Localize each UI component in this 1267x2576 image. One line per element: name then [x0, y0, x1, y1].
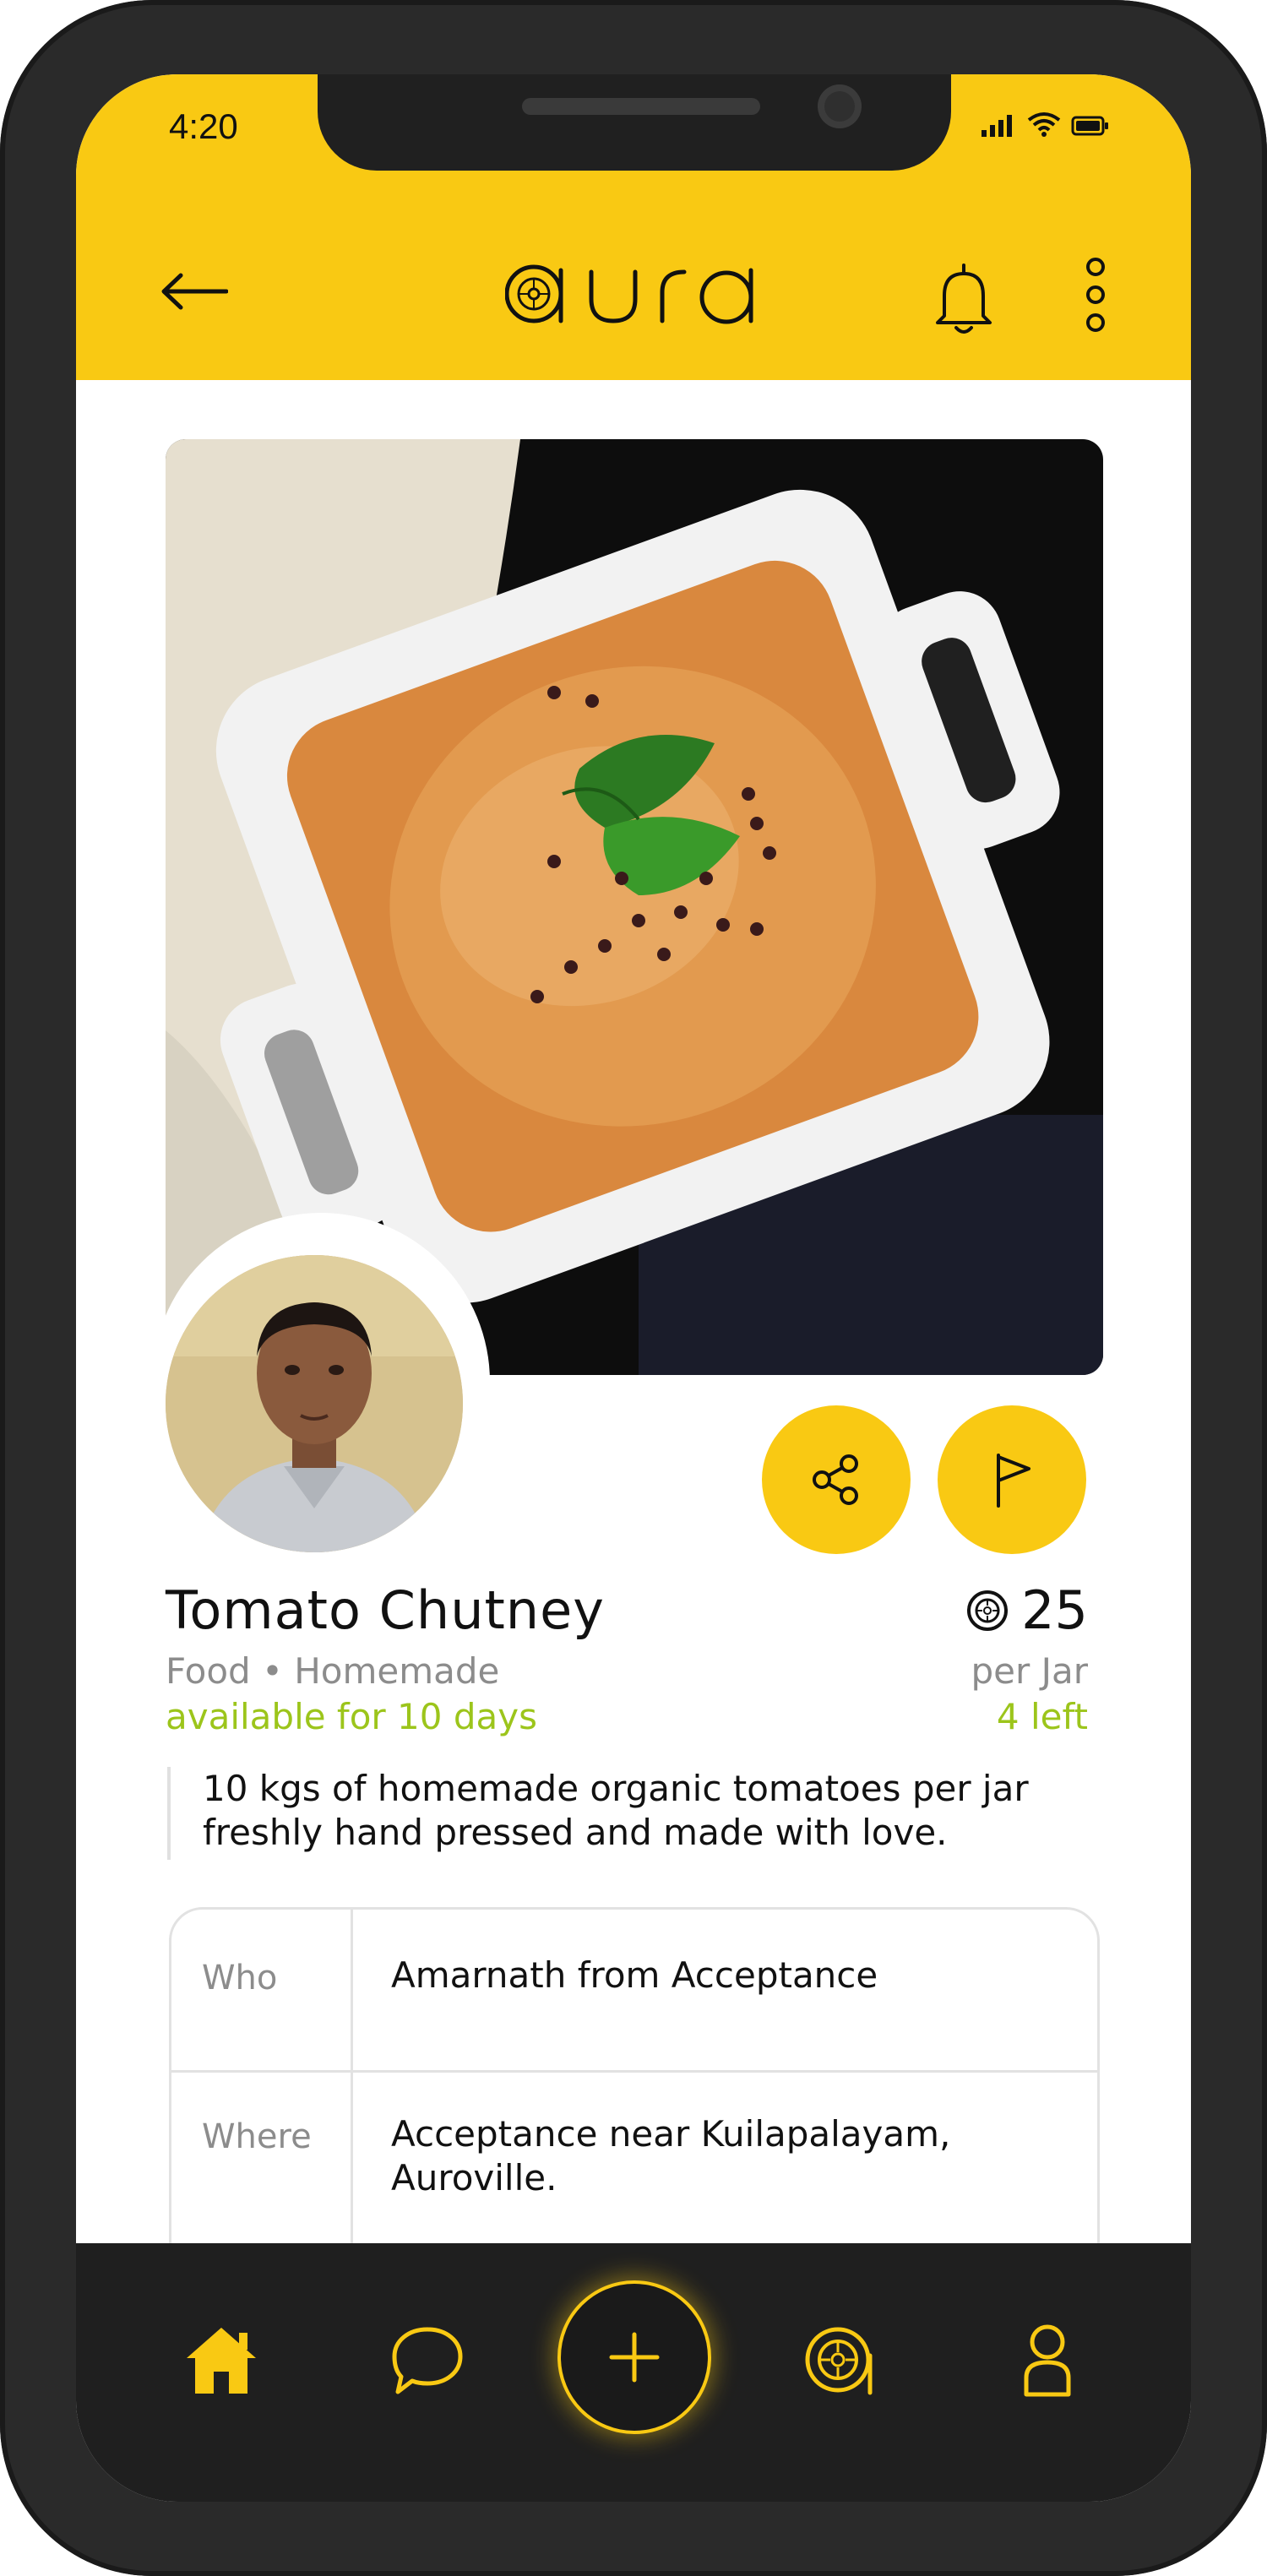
share-icon — [813, 1454, 858, 1505]
seller-avatar[interactable] — [166, 1255, 463, 1552]
signal-icon — [982, 115, 1012, 137]
bottom-navigation — [76, 2243, 1191, 2502]
detail-value-where-line-2: Auroville. — [391, 2157, 557, 2198]
detail-value-where: Acceptance near Kuilapalayam, Auroville. — [391, 2112, 950, 2200]
product-category: Food • Homemade — [166, 1650, 500, 1692]
flag-icon — [997, 1454, 1030, 1508]
availability-text: available for 10 days — [166, 1696, 537, 1737]
top-app-bar: 4:20 — [76, 74, 1191, 380]
status-time: 4:20 — [169, 106, 238, 146]
seller-portrait — [166, 1255, 463, 1552]
add-icon — [609, 2332, 660, 2383]
detail-key-who: Who — [202, 1959, 278, 1997]
nav-profile[interactable] — [1005, 2318, 1090, 2402]
kebab-menu-icon[interactable] — [1083, 257, 1108, 333]
nav-home[interactable] — [179, 2318, 264, 2402]
header-row — [76, 226, 1191, 353]
price-unit: per Jar — [971, 1650, 1088, 1692]
description-line-1: 10 kgs of homemade organic tomatoes per … — [203, 1768, 1029, 1809]
back-arrow-icon[interactable] — [160, 270, 228, 312]
app-screen: 4:20 Tomato Chutney Food • Homemade avai… — [76, 74, 1191, 2502]
product-price: 25 — [1021, 1579, 1088, 1641]
detail-value-where-line-1: Acceptance near Kuilapalayam, — [391, 2113, 951, 2155]
detail-value-who: Amarnath from Acceptance — [391, 1954, 878, 1997]
aura-logo-mark — [504, 264, 753, 324]
flag-button[interactable] — [938, 1405, 1086, 1554]
nav-aura[interactable] — [801, 2318, 885, 2402]
status-icons — [982, 111, 1110, 137]
battery-icon — [1071, 116, 1108, 136]
table-row: Who Amarnath from Acceptance — [171, 1910, 1097, 2073]
aura-logo — [504, 245, 775, 338]
stock-left: 4 left — [996, 1696, 1088, 1737]
home-icon — [187, 2328, 256, 2394]
product-description: 10 kgs of homemade organic tomatoes per … — [167, 1767, 1096, 1860]
speaker-grille — [522, 98, 760, 115]
description-line-2: freshly hand pressed and made with love. — [203, 1812, 948, 1853]
add-listing-button[interactable] — [561, 2284, 708, 2431]
device-notch — [318, 74, 951, 171]
front-camera — [818, 84, 862, 128]
wifi-icon — [1027, 112, 1061, 137]
bell-icon[interactable] — [934, 260, 993, 336]
price-block: 25 — [965, 1579, 1088, 1641]
detail-key-where: Where — [202, 2117, 312, 2156]
detail-value-who-line-1: Amarnath from Acceptance — [391, 1954, 878, 1996]
chat-icon — [392, 2327, 463, 2394]
details-table: Who Amarnath from Acceptance Where Accep… — [169, 1907, 1100, 2279]
aura-coin-icon — [967, 1590, 1009, 1631]
nav-chat[interactable] — [385, 2318, 470, 2402]
profile-icon — [1024, 2324, 1071, 2397]
table-row: Where Acceptance near Kuilapalayam, Auro… — [171, 2070, 1097, 2258]
share-button[interactable] — [762, 1405, 911, 1554]
product-title: Tomato Chutney — [166, 1579, 605, 1641]
aura-icon — [805, 2327, 873, 2395]
